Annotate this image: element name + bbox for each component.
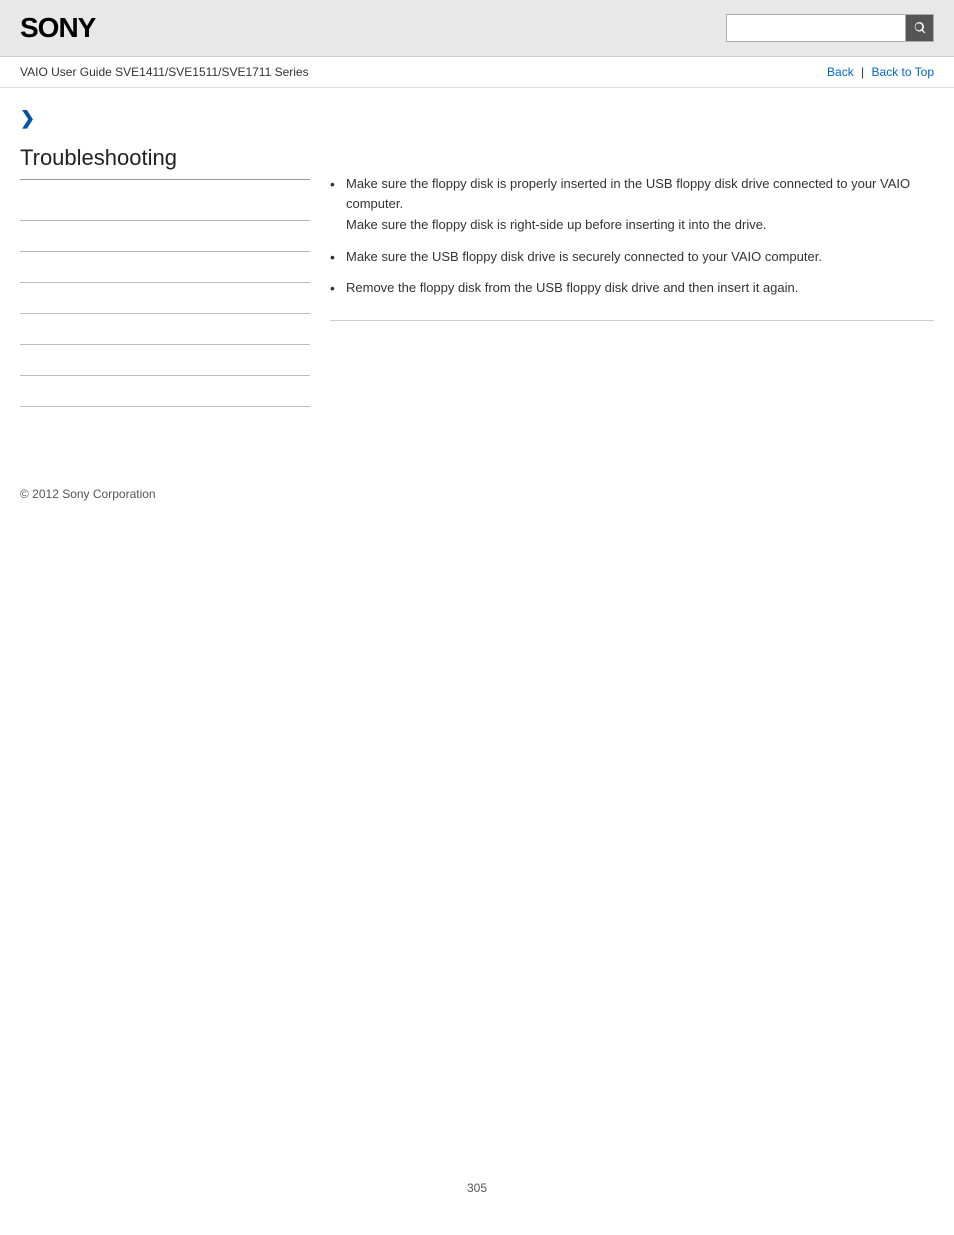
list-item[interactable] xyxy=(20,190,310,221)
chevron-icon: ❯ xyxy=(20,108,310,129)
nav-separator: | xyxy=(861,65,864,79)
guide-title: VAIO User Guide SVE1411/SVE1511/SVE1711 … xyxy=(20,65,309,79)
back-link[interactable]: Back xyxy=(827,65,854,79)
sidebar-links xyxy=(20,190,310,407)
search-icon xyxy=(913,21,927,35)
bullet-main-text: Make sure the USB floppy disk drive is s… xyxy=(346,249,822,264)
sidebar-link[interactable] xyxy=(20,260,310,274)
content-area: Make sure the floppy disk is properly in… xyxy=(330,108,934,407)
header: SONY xyxy=(0,0,954,57)
sidebar-link[interactable] xyxy=(20,291,310,305)
nav-links: Back | Back to Top xyxy=(827,65,934,79)
sidebar-link[interactable] xyxy=(20,384,310,398)
list-item: Make sure the floppy disk is properly in… xyxy=(330,168,934,241)
list-item[interactable] xyxy=(20,314,310,345)
search-button[interactable] xyxy=(906,14,934,42)
search-input[interactable] xyxy=(726,14,906,42)
list-item[interactable] xyxy=(20,221,310,252)
list-item[interactable] xyxy=(20,376,310,407)
page-number: 305 xyxy=(447,1161,507,1215)
list-item[interactable] xyxy=(20,283,310,314)
main-content: ❯ Troubleshooting Make sure the floppy d… xyxy=(0,88,954,427)
sidebar-link[interactable] xyxy=(20,353,310,367)
list-item[interactable] xyxy=(20,345,310,376)
list-item[interactable] xyxy=(20,252,310,283)
copyright-text: © 2012 Sony Corporation xyxy=(20,487,156,501)
sidebar-link[interactable] xyxy=(20,198,310,212)
footer-copyright: © 2012 Sony Corporation xyxy=(0,467,954,521)
bullet-main-text: Make sure the floppy disk is properly in… xyxy=(346,176,910,211)
section-title: Troubleshooting xyxy=(20,145,310,180)
sony-logo: SONY xyxy=(20,12,95,44)
sidebar: ❯ Troubleshooting xyxy=(20,108,310,407)
nav-bar: VAIO User Guide SVE1411/SVE1511/SVE1711 … xyxy=(0,57,954,88)
sidebar-link[interactable] xyxy=(20,322,310,336)
bullet-list: Make sure the floppy disk is properly in… xyxy=(330,168,934,304)
list-item: Remove the floppy disk from the USB flop… xyxy=(330,272,934,304)
list-item: Make sure the USB floppy disk drive is s… xyxy=(330,241,934,273)
sidebar-link[interactable] xyxy=(20,229,310,243)
back-to-top-link[interactable]: Back to Top xyxy=(872,65,934,79)
content-divider xyxy=(330,320,934,321)
bullet-sub-text: Make sure the floppy disk is right-side … xyxy=(346,215,934,235)
bullet-main-text: Remove the floppy disk from the USB flop… xyxy=(346,280,798,295)
search-container xyxy=(726,14,934,42)
